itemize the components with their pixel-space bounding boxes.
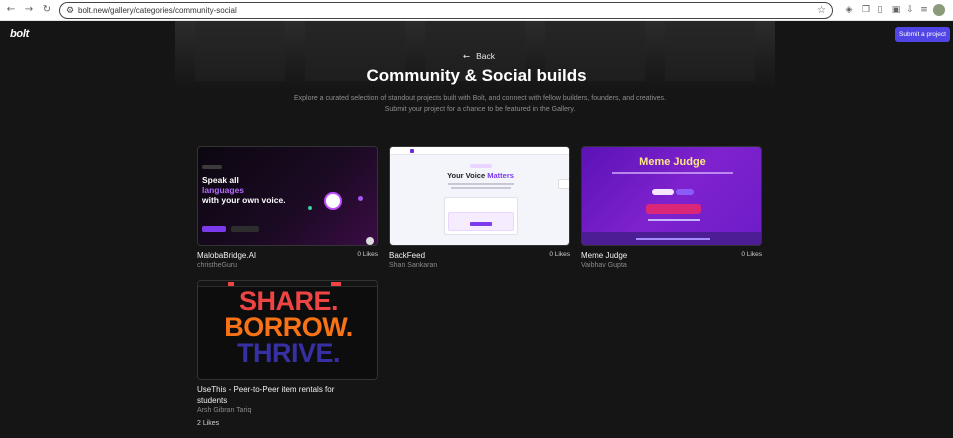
submit-project-button[interactable]: Submit a project: [895, 27, 950, 42]
page-title: Community & Social builds: [366, 66, 587, 85]
menu-icon[interactable]: ≡: [918, 4, 930, 16]
back-label: Back: [476, 51, 496, 61]
chat-bot-icon: [366, 237, 374, 245]
thumb-headline: Your Voice Matters: [447, 171, 514, 180]
thumb-headline: Meme Judge: [639, 156, 706, 168]
arrow-left-icon: ←: [463, 52, 471, 62]
card-likes: 2 Likes: [197, 420, 220, 427]
forward-nav-icon[interactable]: →: [22, 3, 36, 17]
card-title[interactable]: Meme Judge: [581, 250, 627, 261]
url-text: bolt.new/gallery/categories/community-so…: [78, 6, 237, 15]
card-author: Vaibhav Gupta: [581, 262, 627, 269]
project-card[interactable]: Your Voice Matters BackFeed Shan Sankara…: [389, 146, 570, 269]
card-author: Shan Sankaran: [389, 262, 438, 269]
bolt-logo[interactable]: bolt: [10, 28, 29, 40]
thumb-headline: SHARE.: [238, 286, 339, 316]
site-settings-icon[interactable]: ⚙: [66, 5, 74, 17]
card-title[interactable]: MalobaBridge.AI: [197, 250, 256, 261]
profile-avatar[interactable]: [933, 4, 945, 16]
extension-icon[interactable]: ◈: [843, 4, 855, 16]
card-author: christheGuru: [197, 262, 238, 269]
copy-icon[interactable]: ❐: [860, 4, 872, 16]
back-link[interactable]: ← Back: [463, 50, 495, 62]
mic-orb-icon: [324, 192, 342, 210]
sidebar-icon[interactable]: ▯: [874, 4, 886, 16]
card-likes: 0 Likes: [549, 251, 570, 258]
card-author: Arsh Gibran Tariq: [197, 407, 252, 414]
thumb-headline: Speak all: [202, 175, 239, 185]
thumb-headline: BORROW.: [224, 312, 353, 342]
project-thumbnail[interactable]: Meme Judge: [581, 146, 762, 246]
bookmark-star-icon[interactable]: ☆: [817, 5, 826, 17]
thumb-headline: languages: [202, 185, 245, 195]
thumb-headline: with your own voice.: [202, 195, 286, 205]
browser-toolbar: ← → ↻ ⚙ bolt.new/gallery/categories/comm…: [0, 0, 953, 21]
screenshot-icon[interactable]: ▣: [890, 4, 902, 16]
gallery-page: bolt Submit a project ← Back Community & …: [0, 21, 953, 438]
page-description: Explore a curated selection of standout …: [294, 95, 666, 113]
card-likes: 0 Likes: [357, 251, 378, 258]
thumb-headline: THRIVE.: [236, 338, 341, 368]
reload-icon[interactable]: ↻: [40, 3, 54, 17]
card-likes: 0 Likes: [741, 251, 762, 258]
card-title[interactable]: BackFeed: [389, 250, 425, 261]
back-nav-icon[interactable]: ←: [4, 3, 18, 17]
address-bar[interactable]: ⚙ bolt.new/gallery/categories/community-…: [59, 2, 833, 19]
project-card[interactable]: Meme Judge Meme Judge Vaibhav Gupta 0 Li…: [581, 146, 762, 269]
downloads-icon[interactable]: ⇩: [904, 4, 916, 16]
project-thumbnail[interactable]: SHARE. BORROW. THRIVE.: [197, 280, 378, 380]
card-title[interactable]: UseThis - Peer-to-Peer item rentals for …: [197, 384, 357, 406]
project-card[interactable]: SHARE. BORROW. THRIVE. UseThis - Peer-to…: [197, 280, 378, 427]
project-thumbnail[interactable]: Your Voice Matters: [389, 146, 570, 246]
project-card[interactable]: Speak all languages with your own voice.…: [197, 146, 378, 269]
project-thumbnail[interactable]: Speak all languages with your own voice.: [197, 146, 378, 246]
